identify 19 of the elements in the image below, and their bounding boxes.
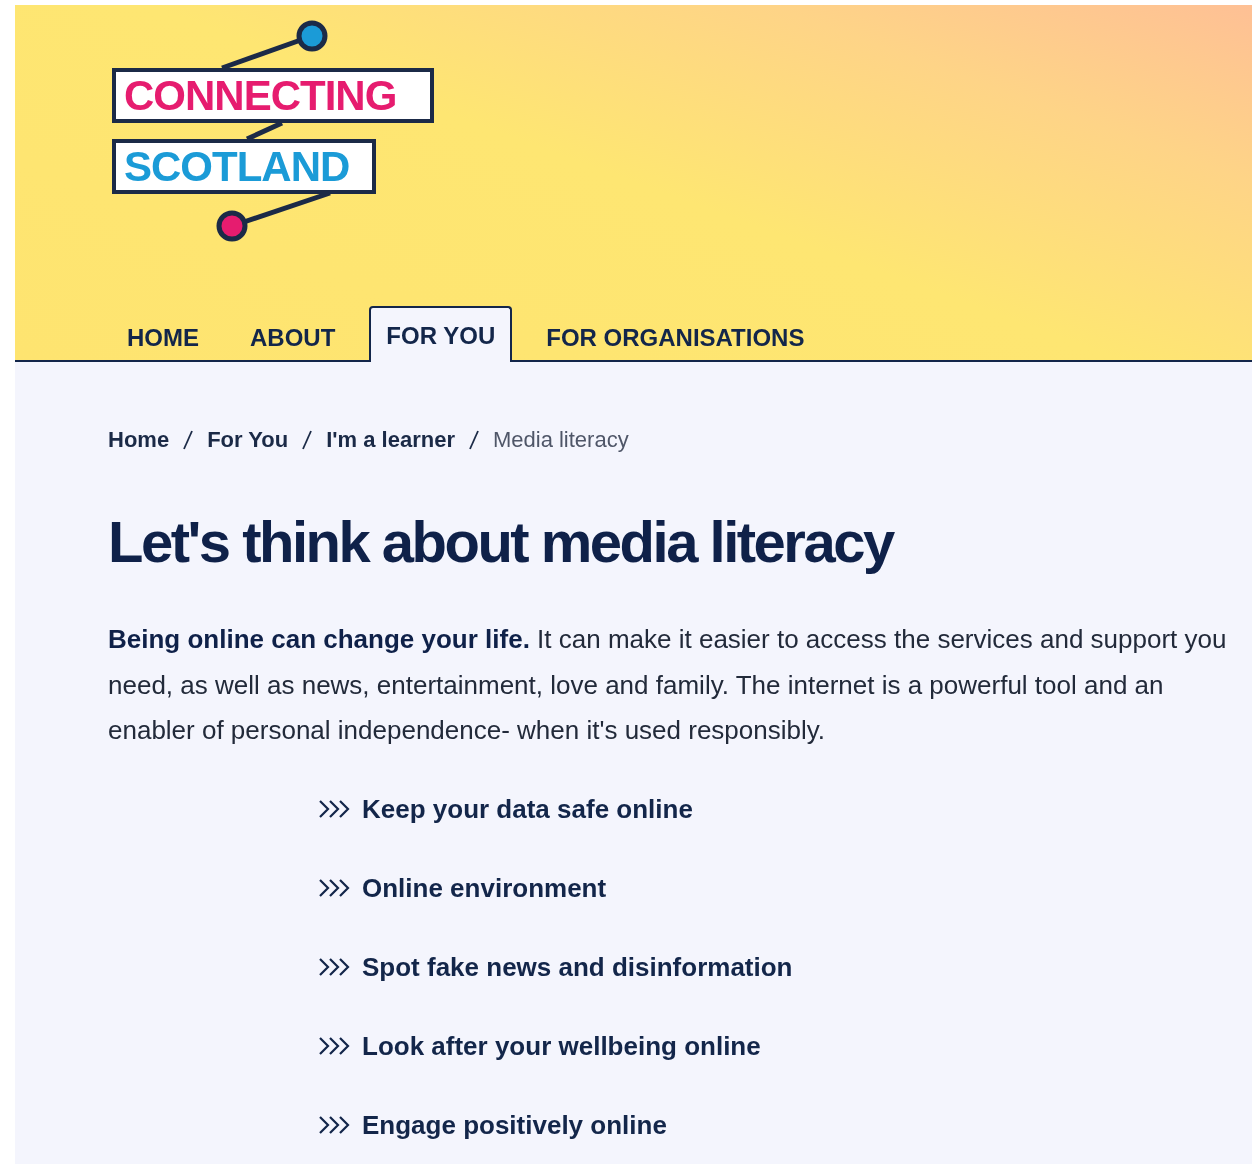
breadcrumb-current: Media literacy [492, 427, 629, 453]
breadcrumb-link[interactable]: For You [207, 427, 289, 453]
nav-tab[interactable]: HOME [110, 310, 216, 362]
topic-link[interactable]: Look after your wellbeing online [362, 1030, 761, 1062]
breadcrumb-separator-icon [301, 429, 314, 451]
breadcrumb-link[interactable]: Home [108, 427, 170, 453]
topic-link[interactable]: Online environment [362, 872, 607, 904]
topic-link[interactable]: Keep your data safe online [362, 793, 693, 825]
breadcrumb-link[interactable]: I'm a learner [326, 427, 455, 453]
intro-paragraph: Being online can change your life. It can make it easier to access the services and support you need, as well as news, entertainment, love and family. The internet is a powerful tool and an enabler of personal independence- when it's used responsibly. [108, 623, 1228, 747]
nav-tab[interactable]: ABOUT [233, 310, 353, 362]
logo-wordmark[interactable]: CONNECTING [112, 68, 434, 123]
breadcrumb-separator-icon [182, 429, 195, 451]
nav-tab[interactable]: FOR ORGANISATIONS [529, 310, 822, 362]
page-heading: Let's think about media literacy [108, 508, 895, 576]
topic-link[interactable]: Engage positively online [362, 1109, 667, 1141]
breadcrumb-separator-icon [467, 429, 480, 451]
nav-tab[interactable]: FOR YOU [369, 306, 513, 362]
topic-link[interactable]: Spot fake news and disinformation [362, 951, 793, 983]
